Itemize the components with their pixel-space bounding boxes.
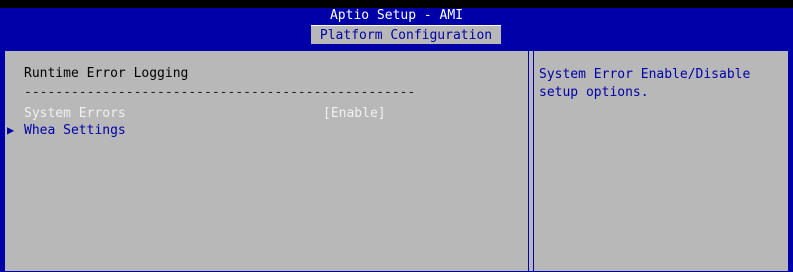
section-heading: Runtime Error Logging bbox=[24, 66, 189, 81]
help-text: System Error Enable/Disable setup option… bbox=[539, 67, 751, 100]
whea-settings-submenu[interactable]: Whea Settings bbox=[24, 123, 126, 138]
help-pane: System Error Enable/Disable setup option… bbox=[533, 51, 788, 271]
submenu-arrow-icon: ▶ bbox=[7, 123, 15, 137]
app-title: Aptio Setup - AMI bbox=[329, 8, 464, 23]
tab-platform-configuration[interactable]: Platform Configuration bbox=[311, 25, 501, 44]
settings-pane: Runtime Error Logging ------------------… bbox=[5, 51, 529, 271]
system-errors-label[interactable]: System Errors bbox=[24, 106, 126, 121]
top-bar bbox=[0, 0, 793, 8]
main-panel: Runtime Error Logging ------------------… bbox=[4, 50, 789, 272]
system-errors-value[interactable]: [Enable] bbox=[323, 106, 386, 121]
section-separator: ----------------------------------------… bbox=[24, 85, 416, 100]
